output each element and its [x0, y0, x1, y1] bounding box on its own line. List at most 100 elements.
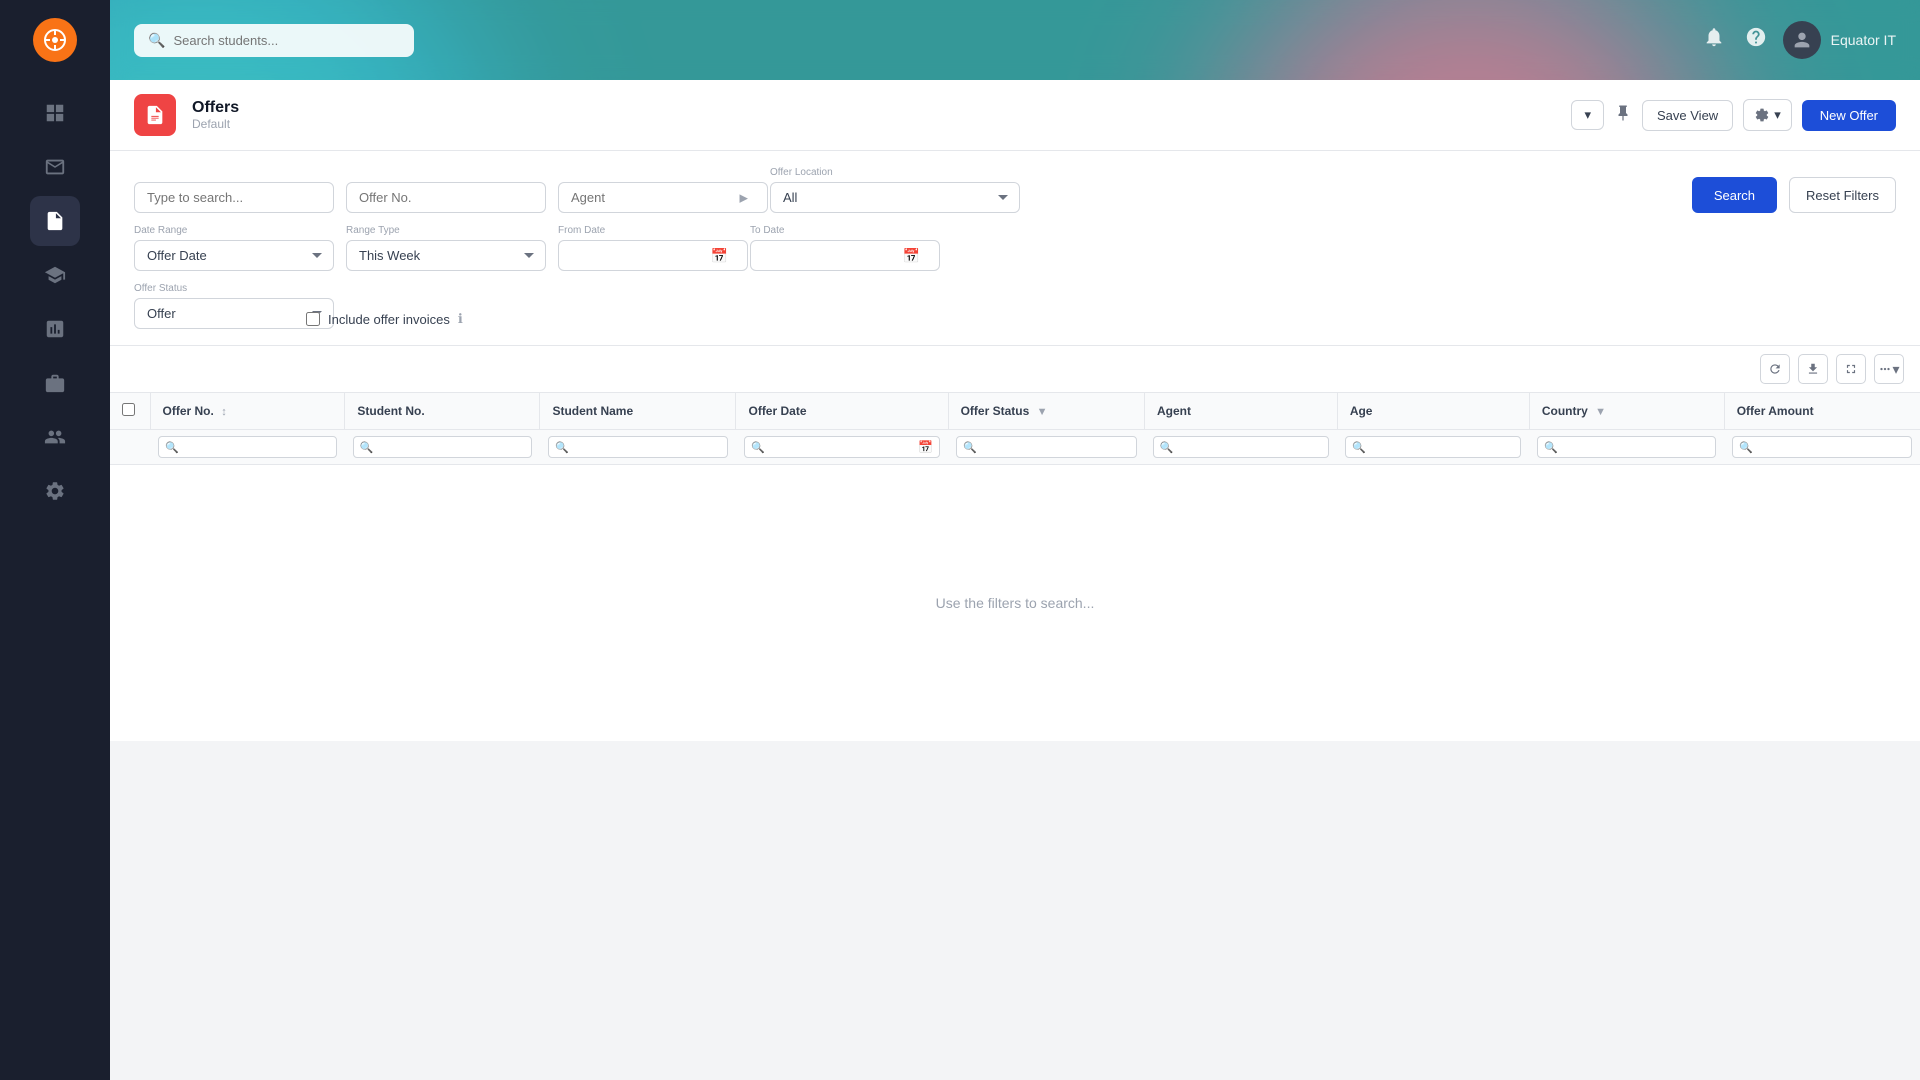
offer-date-search-wrapper: 🔍 📅: [744, 436, 940, 458]
search-button[interactable]: Search: [1692, 177, 1777, 213]
to-date-label: To Date: [750, 225, 930, 236]
search-cell-checkbox: [110, 430, 150, 465]
th-age[interactable]: Age: [1337, 393, 1529, 430]
student-no-search-input[interactable]: [378, 440, 525, 454]
view-dropdown-btn[interactable]: ▾: [1571, 100, 1604, 130]
offer-status-filter-icon[interactable]: ▼: [1037, 406, 1048, 418]
offer-status-select[interactable]: Offer: [134, 298, 334, 329]
table-header-row: Offer No. ↕ Student No. Student Name Off…: [110, 393, 1920, 430]
notification-icon[interactable]: [1703, 26, 1725, 54]
include-invoices-info-icon[interactable]: ℹ: [458, 311, 463, 327]
sidebar-item-reports[interactable]: [30, 304, 80, 354]
offer-status-search-wrapper: 🔍: [956, 436, 1136, 458]
sidebar-item-students[interactable]: [30, 412, 80, 462]
th-offer-amount-label: Offer Amount: [1737, 404, 1814, 418]
offer-no-filter-group: [346, 182, 546, 213]
offer-amount-search-input[interactable]: [1757, 440, 1905, 454]
th-student-no[interactable]: Student No.: [345, 393, 540, 430]
th-student-name[interactable]: Student Name: [540, 393, 736, 430]
th-student-name-label: Student Name: [552, 404, 633, 418]
sidebar-item-products[interactable]: [30, 358, 80, 408]
th-offer-date[interactable]: Offer Date: [736, 393, 948, 430]
country-search-input[interactable]: [1562, 440, 1709, 454]
agent-search-input[interactable]: [1177, 440, 1322, 454]
agent-input[interactable]: [558, 182, 768, 213]
reset-filters-button[interactable]: Reset Filters: [1789, 177, 1896, 213]
agent-filter-group: ▶: [558, 182, 758, 213]
offer-status-label: Offer Status: [134, 283, 294, 294]
settings-button[interactable]: ▾: [1743, 99, 1792, 131]
agent-arrow-icon: ▶: [740, 191, 748, 204]
th-offer-no[interactable]: Offer No. ↕: [150, 393, 345, 430]
search-cell-offer-date: 🔍 📅: [736, 430, 948, 465]
search-cell-offer-status: 🔍: [948, 430, 1144, 465]
date-range-select[interactable]: Offer Date: [134, 240, 334, 271]
agent-search-icon: 🔍: [1160, 441, 1174, 454]
country-filter-icon[interactable]: ▼: [1595, 406, 1606, 418]
refresh-button[interactable]: [1760, 354, 1790, 384]
th-country[interactable]: Country ▼: [1529, 393, 1724, 430]
search-box: 🔍: [134, 24, 414, 57]
search-cell-student-no: 🔍: [345, 430, 540, 465]
age-search-icon: 🔍: [1352, 441, 1366, 454]
page-icon: [134, 94, 176, 136]
expand-button[interactable]: [1836, 354, 1866, 384]
new-offer-button[interactable]: New Offer: [1802, 100, 1896, 131]
th-agent[interactable]: Agent: [1145, 393, 1338, 430]
table-area: ▾ Offer No. ↕ Student No.: [110, 346, 1920, 742]
filter-row-3: Offer Status Offer Include offer invoice…: [134, 283, 1896, 329]
range-type-select[interactable]: This Week: [346, 240, 546, 271]
to-date-calendar-icon[interactable]: 📅: [903, 247, 920, 264]
from-date-calendar-icon[interactable]: 📅: [711, 247, 728, 264]
th-offer-status[interactable]: Offer Status ▼: [948, 393, 1144, 430]
sidebar-item-contacts[interactable]: [30, 142, 80, 192]
offer-no-search-input[interactable]: [183, 440, 330, 454]
sidebar-item-offers[interactable]: [30, 196, 80, 246]
search-cell-offer-no: 🔍: [150, 430, 345, 465]
offer-no-search-icon: 🔍: [165, 441, 179, 454]
filter-row-2: Date Range Offer Date Range Type This We…: [134, 225, 1896, 271]
search-cell-offer-amount: 🔍: [1724, 430, 1920, 465]
search-filter-input[interactable]: [134, 182, 334, 213]
to-date-wrapper: 22/12/2024 📅: [750, 240, 930, 271]
offer-location-select[interactable]: All: [770, 182, 1020, 213]
offers-table: Offer No. ↕ Student No. Student Name Off…: [110, 393, 1920, 742]
th-country-label: Country: [1542, 404, 1588, 418]
empty-state-text: Use the filters to search...: [936, 595, 1095, 611]
student-name-search-input[interactable]: [573, 440, 721, 454]
th-age-label: Age: [1350, 404, 1373, 418]
user-section[interactable]: Equator IT: [1783, 21, 1896, 59]
sidebar-item-dashboard[interactable]: [30, 88, 80, 138]
save-view-button[interactable]: Save View: [1642, 100, 1733, 131]
search-cell-student-name: 🔍: [540, 430, 736, 465]
app-logo-icon[interactable]: [33, 18, 77, 62]
offer-no-input[interactable]: [346, 182, 546, 213]
table-container: Offer No. ↕ Student No. Student Name Off…: [110, 393, 1920, 742]
page-header: Offers Default ▾ Save View ▾ New Offer: [110, 80, 1920, 151]
help-icon[interactable]: [1745, 26, 1767, 54]
age-search-input[interactable]: [1370, 440, 1514, 454]
include-invoices-checkbox[interactable]: [306, 312, 320, 326]
th-offer-amount[interactable]: Offer Amount: [1724, 393, 1920, 430]
offer-status-filter-group: Offer Status Offer: [134, 283, 294, 329]
more-options-button[interactable]: ▾: [1874, 354, 1904, 384]
offer-date-search-input[interactable]: [769, 440, 914, 454]
offer-status-search-icon: 🔍: [963, 441, 977, 454]
offer-date-cal-icon[interactable]: 📅: [918, 440, 933, 454]
sidebar-nav: [0, 80, 110, 524]
offer-status-search-input[interactable]: [981, 440, 1130, 454]
page-title-section: Offers Default: [192, 99, 239, 131]
table-toolbar: ▾: [110, 346, 1920, 393]
sidebar-item-education[interactable]: [30, 250, 80, 300]
select-all-checkbox[interactable]: [122, 403, 135, 416]
student-name-search-wrapper: 🔍: [548, 436, 728, 458]
offer-no-search-wrapper: 🔍: [158, 436, 337, 458]
sidebar-item-settings[interactable]: [30, 466, 80, 516]
pin-icon[interactable]: [1614, 104, 1632, 127]
offer-location-filter-group: Offer Location All: [770, 167, 1010, 213]
range-type-label: Range Type: [346, 225, 546, 236]
export-button[interactable]: [1798, 354, 1828, 384]
search-filter-group: [134, 182, 334, 213]
student-search-input[interactable]: [173, 33, 400, 48]
country-search-wrapper: 🔍: [1537, 436, 1716, 458]
